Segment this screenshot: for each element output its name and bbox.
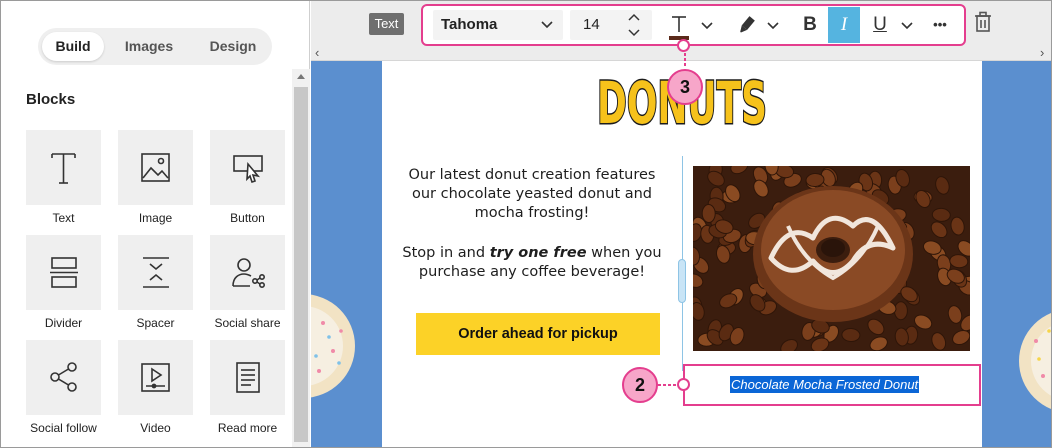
divider-icon (50, 257, 78, 288)
block-spacer-label: Spacer (136, 316, 175, 330)
left-panel: Build Images Design Blocks Text Image Bu… (1, 1, 310, 447)
editor-topbar: Text Tahoma 14 B I U ••• ‹ › (311, 1, 1051, 61)
tab-build[interactable]: Build (42, 32, 104, 61)
caption-selected-text[interactable]: Chocolate Mocha Frosted Donut (730, 376, 920, 393)
block-social-share-label: Social share (214, 316, 281, 330)
body-paragraph-2[interactable]: Stop in and try one free when you purcha… (397, 244, 667, 282)
block-read-more-label: Read more (217, 421, 278, 435)
callout-2-badge: 2 (622, 367, 658, 403)
block-button-label: Button (230, 211, 265, 225)
text-icon (51, 153, 76, 184)
font-size-stepper[interactable]: 14 (570, 10, 652, 40)
scroll-up-arrow-icon[interactable] (297, 74, 305, 79)
font-family-value: Tahoma (441, 16, 498, 33)
tab-images[interactable]: Images (112, 32, 186, 61)
chevron-down-icon[interactable] (901, 22, 913, 30)
bold-button[interactable]: B (795, 10, 825, 40)
column-resize-handle[interactable] (678, 259, 686, 303)
social-follow-icon (50, 362, 77, 392)
panel-scrollbar[interactable] (292, 69, 310, 447)
chevron-down-icon[interactable] (767, 22, 779, 30)
italic-button[interactable]: I (828, 7, 860, 43)
read-more-icon (236, 362, 260, 393)
block-text[interactable] (26, 130, 101, 205)
social-share-icon (232, 258, 265, 288)
block-social-share[interactable] (210, 235, 285, 310)
chevron-down-icon[interactable] (701, 22, 713, 30)
video-icon (141, 363, 170, 392)
callout-2-anchor (677, 378, 690, 391)
underline-button[interactable]: U (865, 10, 895, 40)
more-options-button[interactable]: ••• (923, 10, 957, 40)
text-color-button[interactable] (663, 10, 695, 40)
block-video[interactable] (118, 340, 193, 415)
highlighter-icon (740, 16, 755, 33)
block-social-follow[interactable] (26, 340, 101, 415)
text-color-icon (669, 16, 689, 40)
donut-coffee-image (693, 166, 970, 351)
chevron-right-icon[interactable]: › (1040, 45, 1044, 60)
tab-design[interactable]: Design (196, 32, 270, 61)
scroll-thumb[interactable] (294, 87, 308, 442)
button-icon (233, 155, 263, 184)
block-type-badge: Text (369, 13, 404, 35)
block-read-more[interactable] (210, 340, 285, 415)
font-family-select[interactable]: Tahoma (433, 10, 563, 40)
editor-window: Build Images Design Blocks Text Image Bu… (0, 0, 1052, 448)
emphasis-text: try one free (489, 245, 587, 261)
paragraph-2-start: Stop in and (402, 245, 490, 261)
block-image[interactable] (118, 130, 193, 205)
chevron-down-icon (541, 21, 553, 29)
stepper-arrows-icon[interactable] (628, 12, 640, 38)
block-social-follow-label: Social follow (30, 421, 97, 435)
block-divider-label: Divider (44, 316, 83, 330)
delete-button[interactable] (973, 11, 993, 38)
order-ahead-button[interactable]: Order ahead for pickup (416, 313, 660, 355)
blocks-heading: Blocks (26, 91, 76, 108)
donut-photo[interactable] (693, 166, 970, 351)
block-text-label: Text (52, 211, 75, 225)
caption-text-block[interactable]: Chocolate Mocha Frosted Donut (683, 364, 981, 406)
trash-icon (975, 11, 991, 32)
image-icon (141, 153, 170, 182)
chevron-left-icon[interactable]: ‹ (315, 45, 319, 60)
block-divider[interactable] (26, 235, 101, 310)
spacer-icon (143, 257, 169, 288)
highlight-button[interactable] (731, 10, 761, 40)
block-video-label: Video (140, 421, 171, 435)
body-paragraph-1[interactable]: Our latest donut creation features our c… (397, 166, 667, 223)
callout-3-badge: 3 (667, 69, 703, 105)
font-size-value: 14 (583, 16, 600, 33)
text-format-toolbar: Tahoma 14 B I U ••• (421, 4, 966, 46)
callout-3-anchor (677, 39, 690, 52)
panel-tabs: Build Images Design (38, 28, 272, 65)
block-spacer[interactable] (118, 235, 193, 310)
block-image-label: Image (138, 211, 173, 225)
block-button[interactable] (210, 130, 285, 205)
